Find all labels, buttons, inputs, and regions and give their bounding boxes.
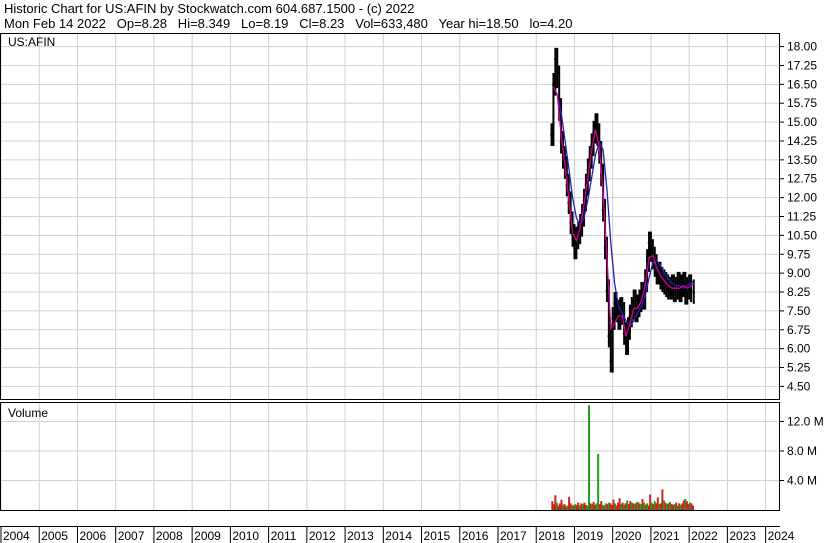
- price-point: [678, 289, 681, 293]
- price-point: [611, 317, 614, 320]
- price-tick-label: 7.50: [787, 304, 811, 318]
- price-point: [670, 284, 674, 288]
- year-tick-label: 2020: [615, 529, 642, 543]
- year-tick-label: 2013: [347, 529, 374, 543]
- year-tick-label: 2018: [538, 529, 565, 543]
- price-tick-label: 15.75: [787, 96, 817, 110]
- price-point: [615, 309, 618, 313]
- year-tick-label: 2016: [462, 529, 489, 543]
- price-tick-label: 4.50: [787, 379, 811, 393]
- year-tick-label: 2008: [156, 529, 183, 543]
- year-tick-label: 2021: [653, 529, 680, 543]
- price-tick-label: 9.00: [787, 266, 811, 280]
- price-point: [550, 133, 553, 136]
- price-point: [634, 309, 637, 313]
- price-point: [676, 281, 679, 285]
- price-point: [672, 289, 676, 293]
- volume-gridlines: [1, 420, 779, 481]
- year-tick-label: 2019: [576, 529, 603, 543]
- historic-chart: US:AFIN Volume 18.00 17.25 16.50 15.75 15.00…: [0, 33, 824, 543]
- price-point: [684, 291, 687, 295]
- price-point: [573, 246, 576, 250]
- price-point: [682, 281, 685, 285]
- year-tick-label: 2012: [309, 529, 336, 543]
- price-axis-ticks: 18.00 17.25 16.50 15.75 15.00 14.25 13.50 12.75…: [780, 40, 817, 393]
- price-point: [605, 289, 609, 293]
- year-tick-label: 2010: [232, 529, 259, 543]
- price-tick-label: 8.25: [787, 285, 811, 299]
- price-point: [649, 249, 653, 252]
- volume-tick-label: 4.0 M: [787, 473, 817, 487]
- volume-bars: [551, 405, 694, 510]
- price-gridlines: [1, 46, 779, 387]
- year-tick-label: 2014: [385, 529, 412, 543]
- year-tick-label: 2007: [118, 529, 145, 543]
- price-point: [640, 291, 643, 295]
- year-tick-label: 2005: [41, 529, 68, 543]
- price-point: [624, 342, 628, 345]
- price-tick-label: 18.00: [787, 40, 817, 54]
- year-tick-label: 2009: [194, 529, 221, 543]
- price-point: [554, 57, 557, 61]
- price-tick-label: 15.00: [787, 115, 817, 129]
- price-point: [613, 302, 616, 305]
- price-point: [632, 299, 636, 303]
- price-tick-label: 6.00: [787, 342, 811, 356]
- price-point: [630, 307, 634, 310]
- year-tick-label: 2023: [729, 529, 756, 543]
- price-point: [628, 314, 632, 318]
- price-bars: [550, 47, 696, 373]
- price-tick-label: 13.50: [787, 153, 817, 167]
- volume-tick-label: 8.0 M: [787, 444, 817, 458]
- year-tick-label: 2022: [691, 529, 718, 543]
- price-panel-label: US:AFIN: [8, 35, 55, 49]
- price-tick-label: 12.75: [787, 172, 817, 186]
- volume-axis-ticks: 12.0 M 8.0 M 4.0 M: [780, 414, 824, 487]
- volume-tick-label: 12.0 M: [787, 414, 824, 428]
- price-tick-label: 6.75: [787, 323, 811, 337]
- price-point: [555, 75, 559, 79]
- price-point: [594, 123, 597, 126]
- price-tick-label: 9.75: [787, 247, 811, 261]
- price-point: [647, 241, 651, 245]
- year-tick-label: 2024: [768, 529, 795, 543]
- price-point: [692, 291, 696, 294]
- price-point: [552, 83, 555, 86]
- year-tick-label: 2011: [271, 529, 297, 543]
- price-tick-label: 17.25: [787, 58, 817, 72]
- price-tick-label: 10.50: [787, 228, 817, 242]
- price-point: [607, 334, 611, 338]
- price-tick-label: 11.25: [787, 210, 816, 224]
- year-axis-ticks: 2004 2005 2006 2007 2008 2009 2010 2011 2012 2013…: [0, 527, 795, 543]
- year-tick-label: 2017: [500, 529, 527, 543]
- price-point: [689, 289, 693, 293]
- price-tick-label: 16.50: [787, 77, 817, 91]
- year-tick-label: 2006: [79, 529, 106, 543]
- year-tick-label: 2004: [3, 529, 30, 543]
- year-tick-label: 2015: [424, 529, 451, 543]
- price-point: [609, 359, 613, 363]
- volume-panel-label: Volume: [8, 406, 48, 420]
- price-tick-label: 5.25: [787, 361, 811, 375]
- price-tick-label: 12.00: [787, 191, 817, 205]
- price-tick-label: 14.25: [787, 134, 817, 148]
